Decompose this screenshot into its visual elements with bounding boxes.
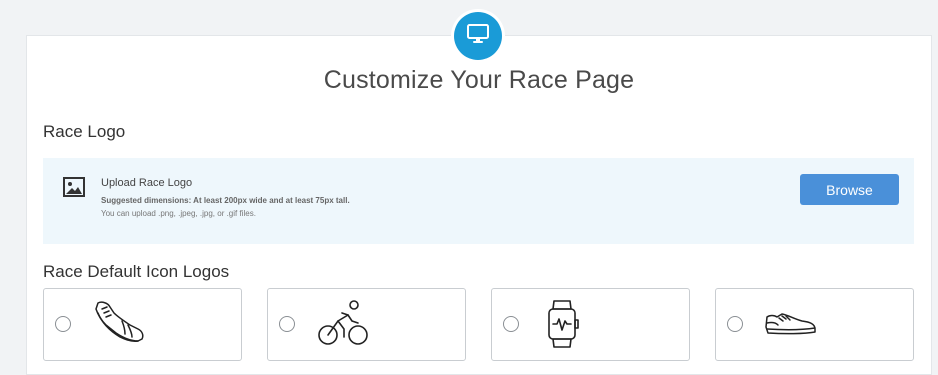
sneaker-icon xyxy=(764,299,818,352)
image-icon xyxy=(63,177,85,197)
browse-button[interactable]: Browse xyxy=(800,174,899,205)
cyclist-icon xyxy=(316,299,370,352)
radio-button[interactable] xyxy=(727,316,743,332)
icon-option-running-shoe[interactable] xyxy=(43,288,242,361)
icon-option-fitness-watch[interactable] xyxy=(491,288,690,361)
radio-button[interactable] xyxy=(279,316,295,332)
upload-label: Upload Race Logo xyxy=(101,177,193,189)
header-badge xyxy=(454,12,502,60)
fitness-watch-icon xyxy=(540,299,594,356)
upload-formats-hint: You can upload .png, .jpeg, .jpg, or .gi… xyxy=(101,209,256,218)
running-shoe-icon xyxy=(92,299,146,352)
radio-button[interactable] xyxy=(55,316,71,332)
icon-option-sneaker[interactable] xyxy=(715,288,914,361)
upload-logo-panel: Upload Race Logo Suggested dimensions: A… xyxy=(43,158,914,244)
page-title: Customize Your Race Page xyxy=(323,66,635,94)
monitor-icon xyxy=(467,23,489,49)
icon-option-cyclist[interactable] xyxy=(267,288,466,361)
default-icons-heading: Race Default Icon Logos xyxy=(43,262,230,281)
upload-dimensions-hint: Suggested dimensions: At least 200px wid… xyxy=(101,196,350,205)
radio-button[interactable] xyxy=(503,316,519,332)
race-logo-heading: Race Logo xyxy=(43,122,126,141)
